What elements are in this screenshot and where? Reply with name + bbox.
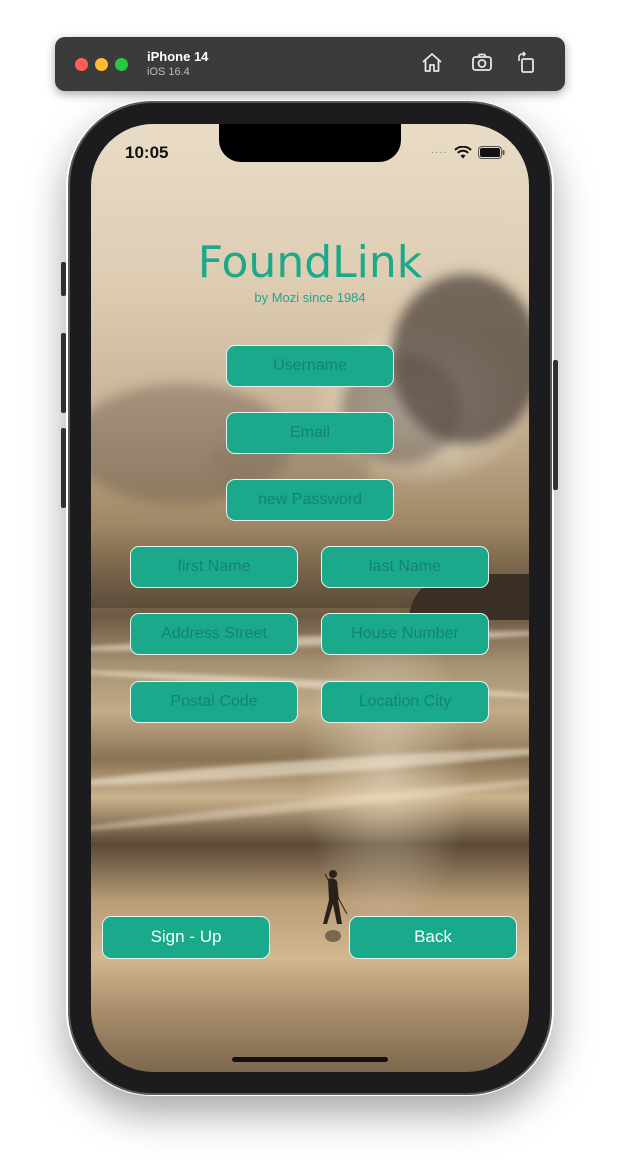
email-field[interactable] (226, 412, 394, 454)
new-password-field[interactable] (226, 479, 394, 521)
phone-screen: 10:05 ···· FoundLink by Mozi since 1984 … (91, 124, 529, 1072)
simulator-toolbar: iPhone 14 iOS 16.4 (55, 37, 565, 91)
username-field[interactable] (226, 345, 394, 387)
address-street-field[interactable] (130, 613, 298, 655)
location-city-field[interactable] (321, 681, 489, 723)
last-name-field[interactable] (321, 546, 489, 588)
postal-code-field[interactable] (130, 681, 298, 723)
house-number-field[interactable] (321, 613, 489, 655)
minimize-window-button[interactable] (95, 58, 108, 71)
back-button[interactable]: Back (349, 916, 517, 959)
zoom-window-button[interactable] (115, 58, 128, 71)
app-subtitle: by Mozi since 1984 (254, 290, 366, 305)
battery-icon (478, 146, 505, 159)
cellular-dots-icon: ···· (430, 147, 448, 158)
screenshot-icon[interactable] (469, 50, 495, 76)
os-version: iOS 16.4 (147, 66, 190, 78)
status-icons: ···· (431, 146, 505, 159)
home-indicator[interactable] (232, 1057, 388, 1062)
first-name-field[interactable] (130, 546, 298, 588)
dynamic-notch (219, 124, 401, 162)
wifi-icon (454, 146, 472, 159)
sign-up-button[interactable]: Sign - Up (102, 916, 270, 959)
home-icon[interactable] (419, 50, 445, 76)
app-title: FoundLink (197, 237, 423, 288)
status-time: 10:05 (125, 143, 169, 162)
rotate-icon[interactable] (513, 50, 539, 76)
device-name: iPhone 14 (147, 49, 209, 64)
close-window-button[interactable] (75, 58, 88, 71)
